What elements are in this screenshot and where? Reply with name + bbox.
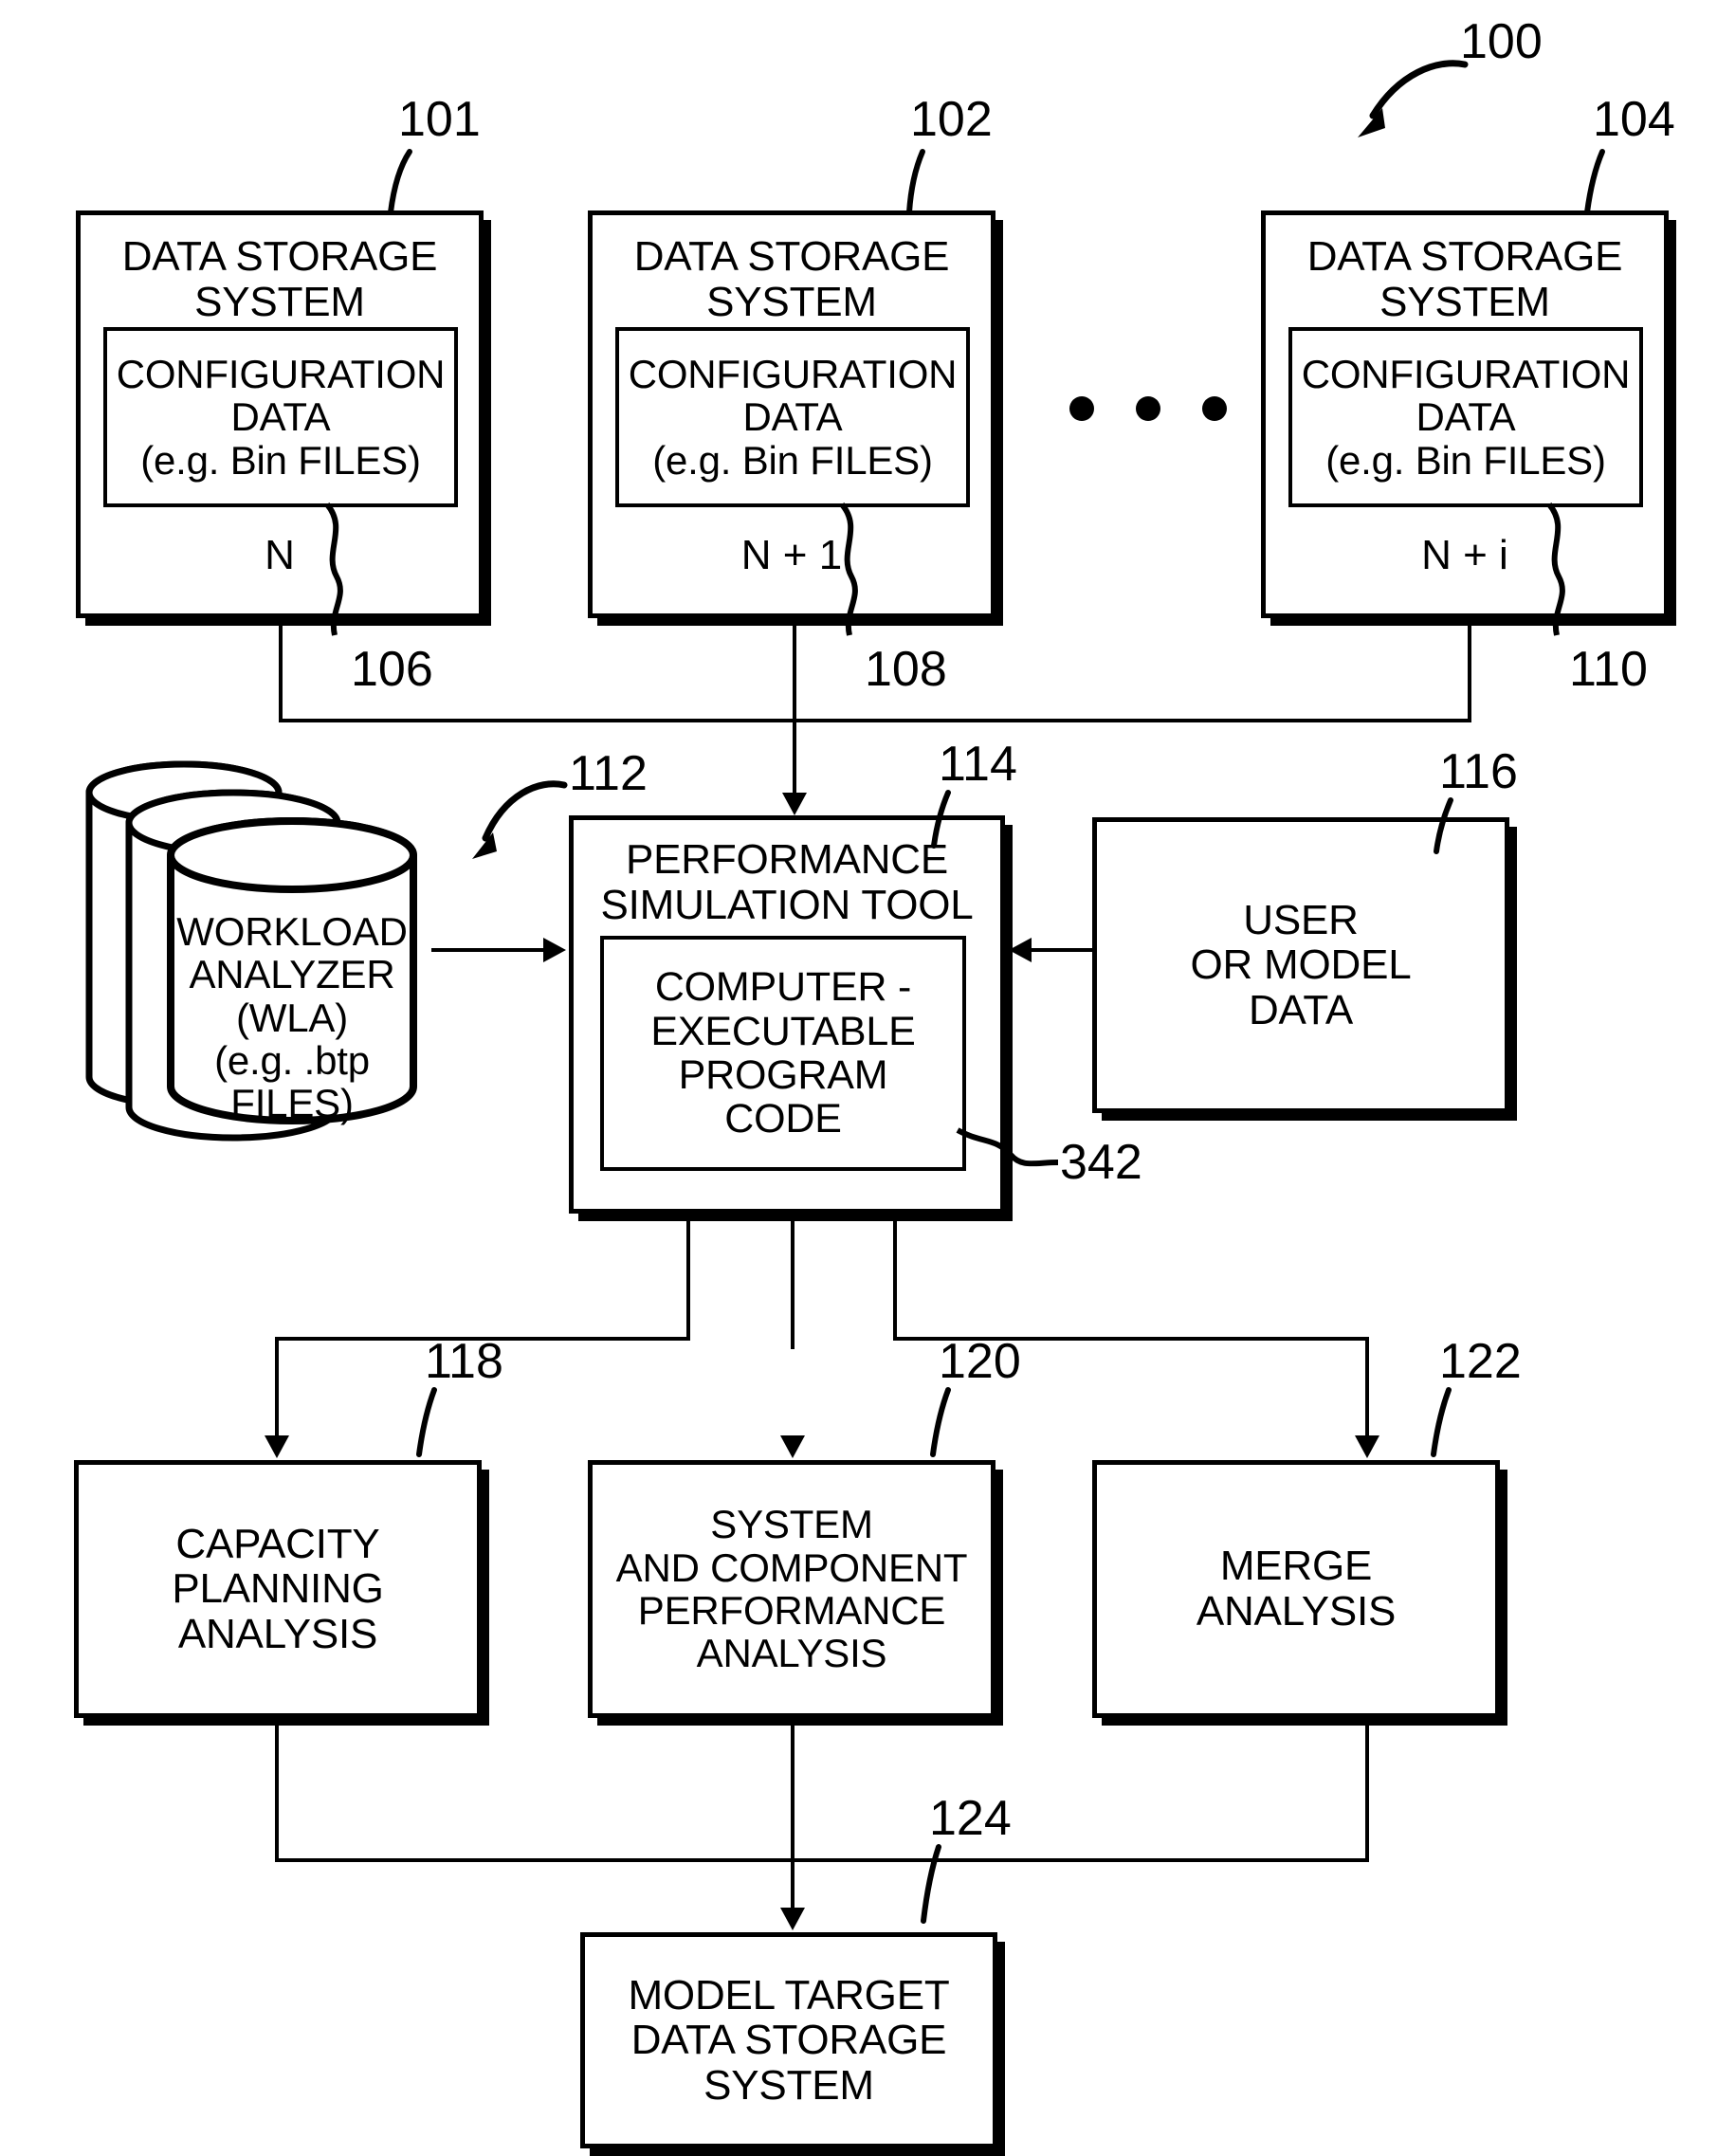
ref-numeral-106: 106 [351, 642, 433, 697]
connector-104-drop [1468, 618, 1471, 722]
ref-numeral-112: 112 [569, 746, 648, 801]
connector-tool-out-center [791, 1217, 795, 1349]
data-storage-system-title: DATA STORAGE SYSTEM [1306, 233, 1623, 325]
capacity-planning-analysis-box[interactable]: CAPACITY PLANNING ANALYSIS [74, 1460, 482, 1718]
leader-line-100 [1358, 60, 1469, 137]
connector-arrow-wla [543, 938, 566, 962]
connector-drop-to-118 [275, 1337, 279, 1443]
ellipsis-indicator [1069, 396, 1227, 421]
performance-simulation-tool-title: PERFORMANCE SIMULATION TOOL [600, 836, 974, 928]
ref-numeral-114: 114 [939, 737, 1017, 792]
configuration-data-box[interactable]: CONFIGURATION DATA (e.g. Bin FILES) [1288, 327, 1643, 507]
connector-tool-out-right [893, 1217, 897, 1341]
connector-arrow-user-data [1009, 938, 1032, 962]
ellipsis-dot [1202, 396, 1227, 421]
connector-arrow-into-118 [265, 1435, 289, 1458]
configuration-data-label: CONFIGURATION DATA (e.g. Bin FILES) [628, 351, 958, 483]
ref-numeral-342: 342 [1060, 1135, 1142, 1190]
leader-line-120 [930, 1387, 951, 1457]
connector-bus-top [279, 719, 1471, 722]
ref-numeral-120: 120 [939, 1334, 1021, 1389]
data-storage-system-title: DATA STORAGE SYSTEM [121, 233, 438, 325]
ref-numeral-110: 110 [1569, 642, 1648, 697]
ref-numeral-118: 118 [425, 1334, 503, 1389]
merge-analysis-label: MERGE ANALYSIS [1196, 1543, 1397, 1635]
configuration-data-label: CONFIGURATION DATA (e.g. Bin FILES) [116, 351, 446, 483]
connector-arrow-into-simulation-tool [782, 793, 807, 815]
patent-figure-canvas: 100 DATA STORAGE SYSTEM CONFIGURATION DA… [0, 0, 1717, 2156]
leader-line-101 [388, 149, 412, 215]
user-or-model-data-box[interactable]: USER OR MODEL DATA [1092, 817, 1509, 1113]
system-and-component-performance-analysis-box[interactable]: SYSTEM AND COMPONENT PERFORMANCE ANALYSI… [588, 1460, 995, 1718]
data-storage-system-102[interactable]: DATA STORAGE SYSTEM CONFIGURATION DATA (… [588, 210, 995, 618]
leader-line-102 [906, 149, 925, 215]
connector-120-down-to-target [791, 1718, 795, 1917]
data-storage-system-104[interactable]: DATA STORAGE SYSTEM CONFIGURATION DATA (… [1261, 210, 1669, 618]
connector-user-data-to-tool [1032, 948, 1096, 952]
leader-line-118 [416, 1387, 437, 1457]
user-or-model-data-label: USER OR MODEL DATA [1190, 896, 1412, 1033]
ref-numeral-102: 102 [910, 92, 993, 147]
ellipsis-dot [1069, 396, 1094, 421]
ref-numeral-116: 116 [1439, 744, 1518, 799]
ellipsis-dot [1136, 396, 1160, 421]
system-index-label: N [265, 532, 295, 578]
connector-arrow-into-model-target [780, 1908, 805, 1930]
ref-numeral-100: 100 [1460, 14, 1543, 69]
configuration-data-label: CONFIGURATION DATA (e.g. Bin FILES) [1301, 351, 1631, 483]
connector-122-down [1365, 1718, 1369, 1862]
connector-arrow-into-122 [1355, 1435, 1379, 1458]
ref-numeral-124: 124 [929, 1791, 1012, 1846]
system-and-component-performance-analysis-label: SYSTEM AND COMPONENT PERFORMANCE ANALYSI… [615, 1502, 968, 1676]
configuration-data-box[interactable]: CONFIGURATION DATA (e.g. Bin FILES) [615, 327, 970, 507]
ref-numeral-101: 101 [398, 92, 481, 147]
ref-numeral-122: 122 [1439, 1334, 1522, 1389]
merge-analysis-box[interactable]: MERGE ANALYSIS [1092, 1460, 1500, 1718]
ref-numeral-104: 104 [1593, 92, 1675, 147]
leader-line-124 [921, 1844, 941, 1924]
configuration-data-box[interactable]: CONFIGURATION DATA (e.g. Bin FILES) [103, 327, 458, 507]
leader-line-122 [1431, 1387, 1452, 1457]
leader-line-104 [1584, 149, 1605, 215]
computer-executable-program-code-box[interactable]: COMPUTER - EXECUTABLE PROGRAM CODE [600, 936, 966, 1171]
workload-analyzer-label: WORKLOAD ANALYZER (WLA) (e.g. .btp FILES… [176, 909, 408, 1126]
workload-analyzer-cylinder[interactable]: WORKLOAD ANALYZER (WLA) (e.g. .btp FILES… [55, 758, 501, 1176]
connector-118-down [275, 1718, 279, 1862]
system-index-label: N + i [1421, 532, 1508, 578]
performance-simulation-tool[interactable]: PERFORMANCE SIMULATION TOOL COMPUTER - E… [569, 815, 1005, 1214]
connector-tool-out-left [686, 1217, 690, 1341]
connector-bus-bottom [275, 1858, 1369, 1862]
connector-wla-to-tool [431, 948, 547, 952]
connector-drop-to-122 [1365, 1337, 1369, 1443]
capacity-planning-analysis-label: CAPACITY PLANNING ANALYSIS [172, 1520, 384, 1657]
connector-101-drop [279, 618, 283, 722]
connector-102-drop [793, 618, 796, 800]
model-target-data-storage-system-label: MODEL TARGET DATA STORAGE SYSTEM [628, 1971, 950, 2109]
computer-executable-program-code-label: COMPUTER - EXECUTABLE PROGRAM CODE [650, 964, 916, 1142]
data-storage-system-101[interactable]: DATA STORAGE SYSTEM CONFIGURATION DATA (… [76, 210, 484, 618]
ref-numeral-108: 108 [865, 642, 947, 697]
system-index-label: N + 1 [740, 532, 843, 578]
model-target-data-storage-system-box[interactable]: MODEL TARGET DATA STORAGE SYSTEM [580, 1932, 997, 2148]
connector-arrow-into-120 [780, 1435, 805, 1458]
data-storage-system-title: DATA STORAGE SYSTEM [633, 233, 950, 325]
